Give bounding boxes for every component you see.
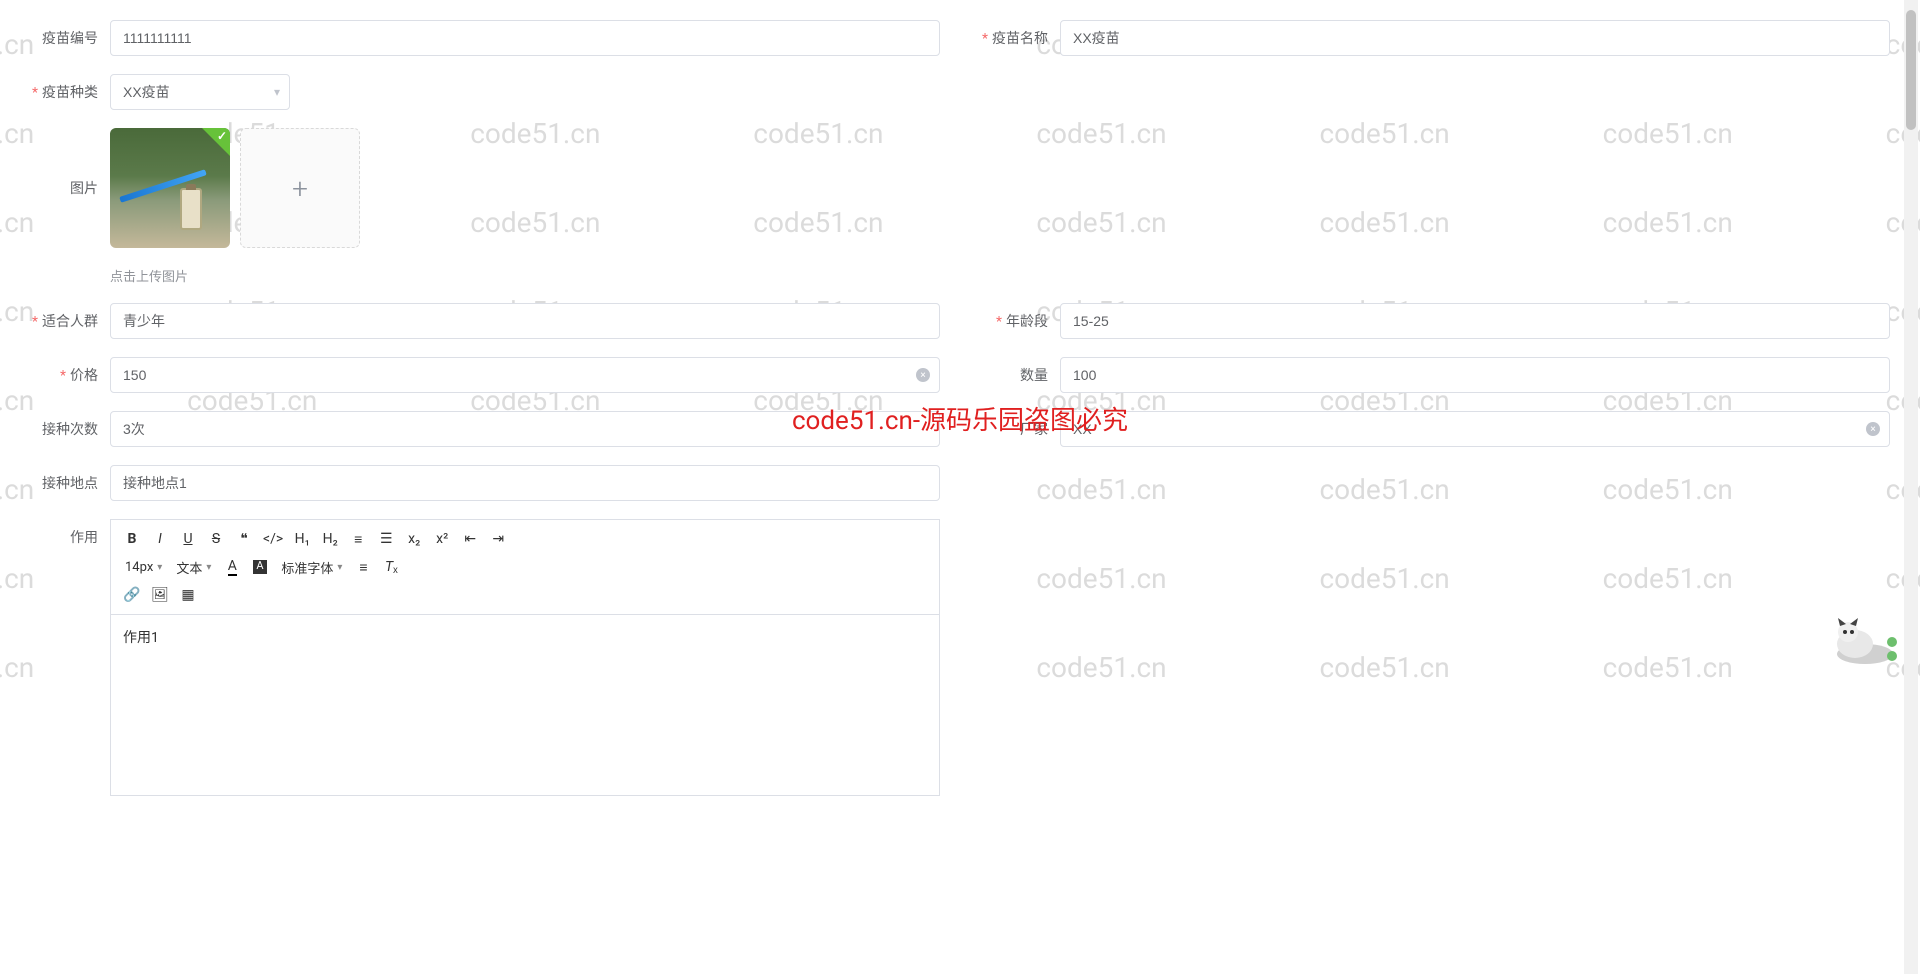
scrollbar-thumb[interactable] [1906, 10, 1916, 130]
input-doses[interactable] [110, 411, 940, 447]
input-location[interactable] [110, 465, 940, 501]
field-manufacturer: 厂家 × [980, 411, 1890, 447]
link-button[interactable]: 🔗 [119, 582, 145, 608]
field-vaccine-type: 疫苗种类 ▾ [30, 74, 1890, 110]
field-suitable-people: 适合人群 [30, 303, 940, 339]
superscript-button[interactable]: x² [429, 526, 455, 552]
field-vaccine-name: 疫苗名称 [980, 20, 1890, 56]
label-vaccine-id: 疫苗编号 [30, 28, 110, 48]
editor-content-area[interactable]: 作用1 [111, 615, 939, 795]
vial-icon [180, 188, 202, 230]
image-button[interactable]: 🖼 [147, 582, 173, 608]
label-manufacturer: 厂家 [980, 419, 1060, 439]
label-suitable-people: 适合人群 [30, 311, 110, 331]
code-button[interactable]: </> [259, 526, 287, 552]
check-icon [202, 128, 230, 156]
plus-icon: + [292, 172, 308, 205]
font-family-select[interactable]: 标准字体▾ [275, 554, 348, 580]
editor-toolbar: B I U S ❝ </> H₁ H₂ ≡ ☰ x₂ x² ⇤ ⇥ [111, 520, 939, 615]
input-age-range[interactable] [1060, 303, 1890, 339]
input-quantity[interactable] [1060, 357, 1890, 393]
italic-button[interactable]: I [147, 526, 173, 552]
field-location: 接种地点 [30, 465, 940, 501]
rich-text-editor: B I U S ❝ </> H₁ H₂ ≡ ☰ x₂ x² ⇤ ⇥ [110, 519, 940, 796]
vaccine-form: 疫苗编号 疫苗名称 疫苗种类 ▾ 图片 [0, 0, 1920, 834]
video-button[interactable]: ▦ [175, 582, 201, 608]
h2-button[interactable]: H₂ [317, 526, 343, 552]
label-price: 价格 [30, 365, 110, 385]
indent-right-button[interactable]: ⇥ [485, 526, 511, 552]
label-effect: 作用 [30, 519, 110, 547]
clear-icon[interactable]: × [1866, 422, 1880, 436]
ordered-list-button[interactable]: ≡ [345, 526, 371, 552]
field-doses: 接种次数 [30, 411, 940, 447]
label-age-range: 年龄段 [980, 311, 1060, 331]
field-image: 图片 + 点击上传图片 [30, 128, 1890, 285]
input-vaccine-name[interactable] [1060, 20, 1890, 56]
label-vaccine-type: 疫苗种类 [30, 82, 110, 102]
input-vaccine-id[interactable] [110, 20, 940, 56]
quote-button[interactable]: ❝ [231, 526, 257, 552]
select-vaccine-type[interactable] [110, 74, 290, 110]
label-location: 接种地点 [30, 473, 110, 493]
input-price[interactable] [110, 357, 940, 393]
uploaded-image[interactable] [110, 128, 230, 248]
label-image: 图片 [30, 128, 110, 198]
clear-format-button[interactable]: Tₓ [378, 554, 404, 580]
label-doses: 接种次数 [30, 419, 110, 439]
field-effect: 作用 B I U S ❝ </> H₁ H₂ ≡ ☰ x₂ [30, 519, 940, 796]
strike-button[interactable]: S [203, 526, 229, 552]
upload-button[interactable]: + [240, 128, 360, 248]
clear-icon[interactable]: × [916, 368, 930, 382]
scrollbar[interactable] [1904, 0, 1918, 974]
input-manufacturer[interactable] [1060, 411, 1890, 447]
bold-button[interactable]: B [119, 526, 145, 552]
field-price: 价格 × [30, 357, 940, 393]
font-color-button[interactable]: A [219, 554, 245, 580]
underline-button[interactable]: U [175, 526, 201, 552]
h1-button[interactable]: H₁ [289, 526, 315, 552]
field-age-range: 年龄段 [980, 303, 1890, 339]
upload-hint: 点击上传图片 [110, 266, 360, 285]
indent-left-button[interactable]: ⇤ [457, 526, 483, 552]
input-suitable-people[interactable] [110, 303, 940, 339]
align-button[interactable]: ≡ [350, 554, 376, 580]
label-quantity: 数量 [980, 365, 1060, 385]
field-quantity: 数量 [980, 357, 1890, 393]
font-size-select[interactable]: 14px▾ [119, 554, 168, 580]
subscript-button[interactable]: x₂ [401, 526, 427, 552]
unordered-list-button[interactable]: ☰ [373, 526, 399, 552]
label-vaccine-name: 疫苗名称 [980, 28, 1060, 48]
paragraph-select[interactable]: 文本▾ [170, 554, 217, 580]
field-vaccine-id: 疫苗编号 [30, 20, 940, 56]
bg-color-button[interactable] [247, 554, 273, 580]
